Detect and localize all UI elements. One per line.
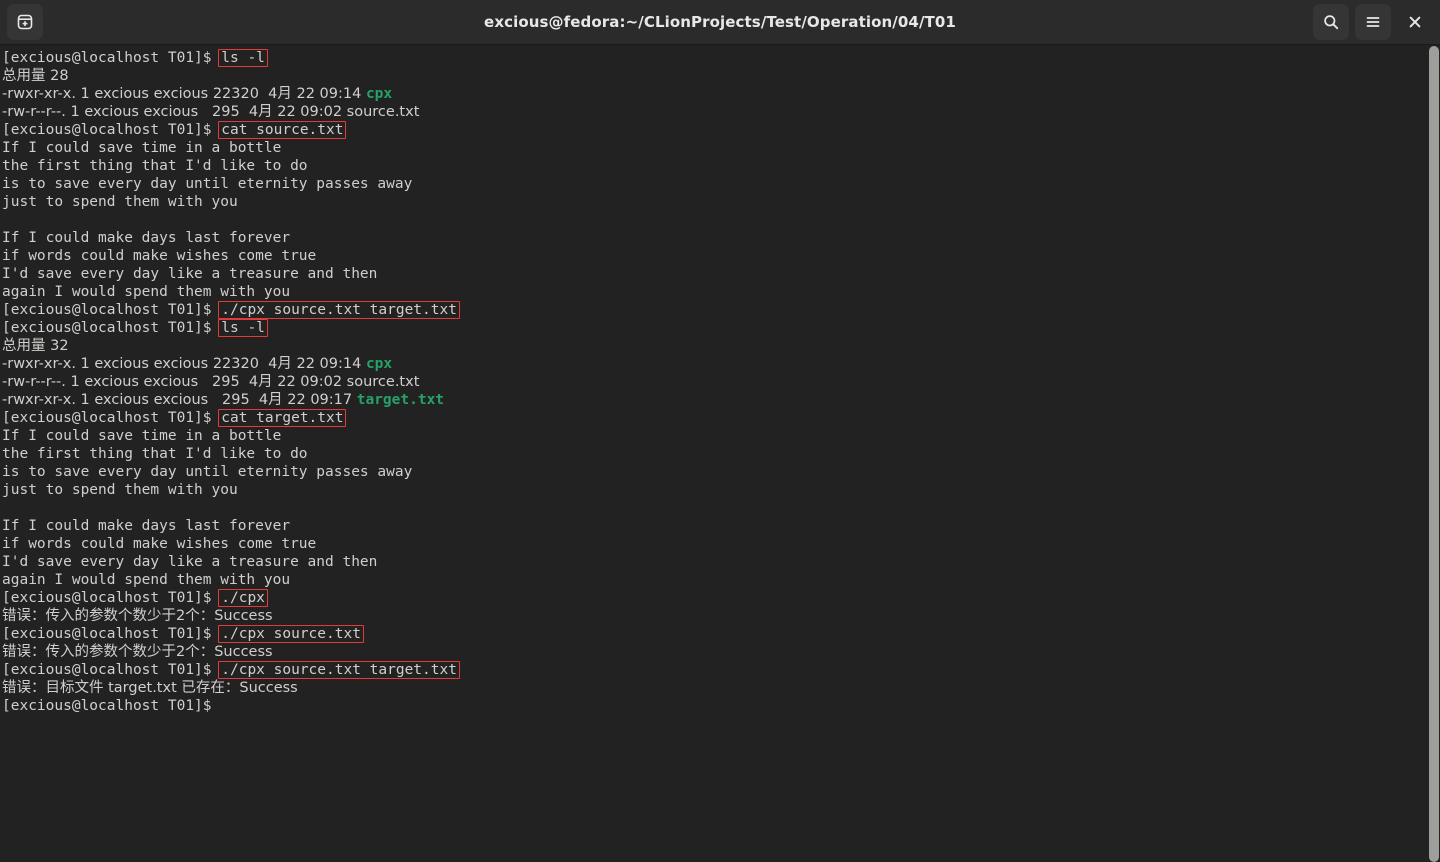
terminal-output[interactable]: [excious@localhost T01]$ ls -l 总用量 28 -rwx…	[0, 45, 1427, 862]
terminal-text: is to save every day until eternity pass…	[2, 176, 413, 192]
terminal-line: 错误：目标文件 target.txt 已存在：Success	[2, 679, 1427, 697]
shell-prompt: [excious@localhost T01]$	[2, 302, 221, 318]
terminal-line: -rw-r--r--. 1 excious excious 295 4月 22 …	[2, 373, 1427, 391]
highlighted-command: cat target.txt	[218, 409, 347, 427]
terminal-line: I'd save every day like a treasure and t…	[2, 265, 1427, 283]
terminal-text: 错误：传入的参数个数少于2个：Success	[2, 608, 273, 624]
terminal-line: 错误：传入的参数个数少于2个：Success	[2, 607, 1427, 625]
terminal-line: If I could save time in a bottle	[2, 427, 1427, 445]
terminal-line: -rw-r--r--. 1 excious excious 295 4月 22 …	[2, 103, 1427, 121]
terminal-text: the first thing that I'd like to do	[2, 446, 308, 462]
shell-prompt: [excious@localhost T01]$	[2, 410, 221, 426]
terminal-text: -rw-r--r--. 1 excious excious 295 4月 22 …	[2, 374, 420, 390]
terminal-text: If I could save time in a bottle	[2, 140, 282, 156]
terminal-text: 错误：目标文件 target.txt 已存在：Success	[2, 680, 298, 696]
terminal-text: I'd save every day like a treasure and t…	[2, 266, 378, 282]
terminal-line: [excious@localhost T01]$ ./cpx	[2, 589, 1427, 607]
terminal-line: [excious@localhost T01]$ ls -l	[2, 49, 1427, 67]
shell-prompt: [excious@localhost T01]$	[2, 590, 221, 606]
terminal-text: -rwxr-xr-x. 1 excious excious 22320 4月 2…	[2, 356, 366, 372]
shell-prompt: [excious@localhost T01]$	[2, 320, 221, 336]
terminal-line: 总用量 32	[2, 337, 1427, 355]
terminal-text: if words could make wishes come true	[2, 536, 317, 552]
highlighted-command: ./cpx source.txt	[218, 625, 364, 643]
terminal-line: If I could make days last forever	[2, 517, 1427, 535]
terminal-line: again I would spend them with you	[2, 283, 1427, 301]
terminal-text: If I could save time in a bottle	[2, 428, 282, 444]
terminal-line: again I would spend them with you	[2, 571, 1427, 589]
terminal-text: again I would spend them with you	[2, 572, 291, 588]
terminal-text: is to save every day until eternity pass…	[2, 464, 413, 480]
terminal-line: just to spend them with you	[2, 481, 1427, 499]
terminal-text: -rwxr-xr-x. 1 excious excious 22320 4月 2…	[2, 86, 366, 102]
terminal-text: 错误：传入的参数个数少于2个：Success	[2, 644, 273, 660]
executable-filename: cpx	[365, 86, 393, 102]
terminal-line: if words could make wishes come true	[2, 535, 1427, 553]
terminal-text: -rw-r--r--. 1 excious excious 295 4月 22 …	[2, 104, 420, 120]
terminal-line: -rwxr-xr-x. 1 excious excious 22320 4月 2…	[2, 355, 1427, 373]
terminal-line: If I could make days last forever	[2, 229, 1427, 247]
terminal-window: excious@fedora:~/CLionProjects/Test/Oper…	[0, 0, 1440, 862]
terminal-line: [excious@localhost T01]$ ./cpx source.tx…	[2, 625, 1427, 643]
terminal-scrollbar[interactable]	[1427, 45, 1440, 862]
title-bar: excious@fedora:~/CLionProjects/Test/Oper…	[0, 0, 1440, 45]
terminal-line: is to save every day until eternity pass…	[2, 175, 1427, 193]
search-icon[interactable]	[1313, 4, 1349, 40]
executable-filename: target.txt	[356, 392, 445, 408]
titlebar-right-controls	[1313, 4, 1433, 40]
scrollbar-thumb[interactable]	[1429, 46, 1439, 862]
terminal-line: If I could save time in a bottle	[2, 139, 1427, 157]
terminal-line: [excious@localhost T01]$	[2, 697, 1427, 715]
titlebar-left-controls	[7, 4, 43, 40]
shell-prompt: [excious@localhost T01]$	[2, 122, 221, 138]
terminal-text: 总用量 28	[2, 68, 69, 84]
new-terminal-icon[interactable]	[7, 4, 43, 40]
terminal-text: If I could make days last forever	[2, 518, 291, 534]
terminal-text: the first thing that I'd like to do	[2, 158, 308, 174]
terminal-line: if words could make wishes come true	[2, 247, 1427, 265]
terminal-line: is to save every day until eternity pass…	[2, 463, 1427, 481]
terminal-text: just to spend them with you	[2, 194, 238, 210]
highlighted-command: ./cpx source.txt target.txt	[218, 301, 460, 319]
terminal-text: -rwxr-xr-x. 1 excious excious 295 4月 22 …	[2, 392, 357, 408]
terminal-text: again I would spend them with you	[2, 284, 291, 300]
terminal-text: if words could make wishes come true	[2, 248, 317, 264]
window-title: excious@fedora:~/CLionProjects/Test/Oper…	[484, 13, 956, 31]
shell-prompt: [excious@localhost T01]$	[2, 662, 221, 678]
terminal-line: 总用量 28	[2, 67, 1427, 85]
hamburger-menu-icon[interactable]	[1355, 4, 1391, 40]
shell-prompt: [excious@localhost T01]$	[2, 626, 221, 642]
highlighted-command: ./cpx	[218, 589, 268, 607]
terminal-text: I'd save every day like a treasure and t…	[2, 554, 378, 570]
terminal-line: [excious@localhost T01]$ ls -l	[2, 319, 1427, 337]
terminal-line: [excious@localhost T01]$ ./cpx source.tx…	[2, 301, 1427, 319]
highlighted-command: ./cpx source.txt target.txt	[218, 661, 460, 679]
terminal-line: just to spend them with you	[2, 193, 1427, 211]
terminal-line: [excious@localhost T01]$ ./cpx source.tx…	[2, 661, 1427, 679]
terminal-line: the first thing that I'd like to do	[2, 157, 1427, 175]
shell-prompt: [excious@localhost T01]$	[2, 698, 221, 714]
shell-prompt: [excious@localhost T01]$	[2, 50, 221, 66]
executable-filename: cpx	[365, 356, 393, 372]
terminal-line: [excious@localhost T01]$ cat source.txt	[2, 121, 1427, 139]
highlighted-command: cat source.txt	[218, 121, 347, 139]
terminal-line: [excious@localhost T01]$ cat target.txt	[2, 409, 1427, 427]
highlighted-command: ls -l	[218, 49, 268, 67]
highlighted-command: ls -l	[218, 319, 268, 337]
terminal-line: 错误：传入的参数个数少于2个：Success	[2, 643, 1427, 661]
terminal-line: I'd save every day like a treasure and t…	[2, 553, 1427, 571]
terminal-text: just to spend them with you	[2, 482, 238, 498]
terminal-line: the first thing that I'd like to do	[2, 445, 1427, 463]
close-icon[interactable]	[1397, 4, 1433, 40]
terminal-text: 总用量 32	[2, 338, 69, 354]
terminal-body: [excious@localhost T01]$ ls -l 总用量 28 -rwx…	[0, 45, 1440, 862]
terminal-text: If I could make days last forever	[2, 230, 291, 246]
terminal-line: -rwxr-xr-x. 1 excious excious 22320 4月 2…	[2, 85, 1427, 103]
terminal-line: -rwxr-xr-x. 1 excious excious 295 4月 22 …	[2, 391, 1427, 409]
